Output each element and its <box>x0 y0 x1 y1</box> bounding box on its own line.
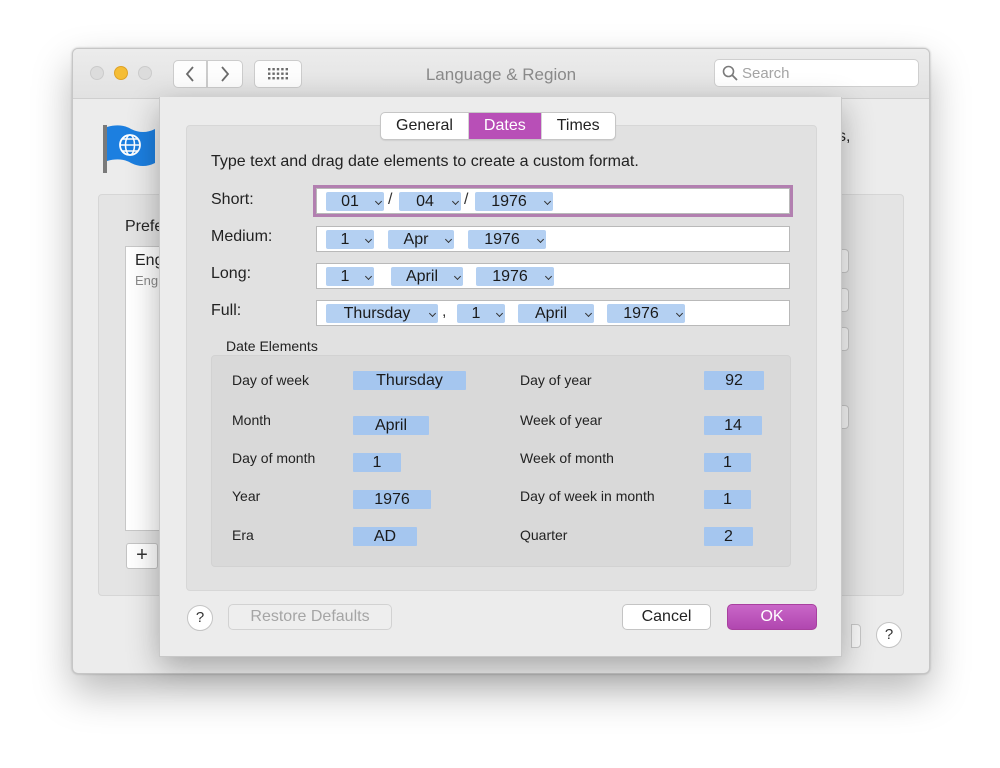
chevron-down-icon <box>453 272 462 281</box>
element-label: Month <box>232 412 271 428</box>
chevron-down-icon <box>536 235 545 244</box>
token-text: 04 <box>416 193 434 210</box>
token-text: Thursday <box>343 305 411 322</box>
short-separator[interactable]: / <box>388 191 392 209</box>
full-format-field[interactable]: Thursday , 1 April 1976 <box>316 300 790 326</box>
window-help-button[interactable]: ? <box>876 622 902 648</box>
search-field[interactable]: Search <box>714 59 919 87</box>
token-text: Apr <box>403 231 429 248</box>
advanced-button-edge[interactable] <box>851 624 861 648</box>
element-label: Day of week <box>232 372 310 388</box>
quarter-element[interactable]: 2 <box>704 527 753 546</box>
token-text: 1 <box>340 268 350 285</box>
short-format-label: Short: <box>211 191 254 208</box>
short-separator[interactable]: / <box>464 191 468 209</box>
long-day-token[interactable]: 1 <box>326 267 374 286</box>
day-of-year-element[interactable]: 92 <box>704 371 764 390</box>
help-button[interactable]: ? <box>187 605 213 631</box>
tab-bar: General Dates Times <box>380 112 616 140</box>
short-format-field[interactable]: 01 / 04 / 1976 <box>313 185 793 217</box>
tab-general[interactable]: General <box>381 113 468 139</box>
day-of-week-in-month-element[interactable]: 1 <box>704 490 751 509</box>
month-element[interactable]: April <box>353 416 429 435</box>
element-label: Quarter <box>520 527 568 543</box>
full-year-token[interactable]: 1976 <box>607 304 685 323</box>
medium-format-field[interactable]: 1 Apr 1976 <box>316 226 790 252</box>
token-text: 1976 <box>484 231 520 248</box>
element-label: Week of month <box>520 450 614 466</box>
medium-year-token[interactable]: 1976 <box>468 230 546 249</box>
date-elements-box: Day of week Thursday Month April Day of … <box>211 355 791 567</box>
chevron-down-icon <box>543 197 552 206</box>
full-format-label: Full: <box>211 302 242 319</box>
long-format-field[interactable]: 1 April 1976 <box>316 263 790 289</box>
element-label: Year <box>232 488 261 504</box>
medium-month-token[interactable]: Apr <box>388 230 454 249</box>
short-year-token[interactable]: 1976 <box>475 192 553 211</box>
day-of-week-element[interactable]: Thursday <box>353 371 466 390</box>
custom-dates-sheet: General Dates Times Type text and drag d… <box>159 97 842 657</box>
language-item-subtitle: Eng <box>135 273 159 288</box>
element-label: Day of year <box>520 372 592 388</box>
chevron-down-icon <box>428 309 437 318</box>
date-elements-title: Date Elements <box>226 338 318 354</box>
token-text: 1 <box>471 305 481 322</box>
tab-dates[interactable]: Dates <box>467 113 541 139</box>
short-day-token[interactable]: 01 <box>326 192 384 211</box>
medium-day-token[interactable]: 1 <box>326 230 374 249</box>
token-text: 01 <box>341 193 359 210</box>
chevron-down-icon <box>444 235 453 244</box>
day-of-month-element[interactable]: 1 <box>353 453 401 472</box>
full-separator[interactable]: , <box>442 303 446 321</box>
tab-times[interactable]: Times <box>540 113 615 139</box>
token-text: 1976 <box>492 268 528 285</box>
ok-button[interactable]: OK <box>727 604 817 630</box>
chevron-down-icon <box>364 272 373 281</box>
full-day-token[interactable]: 1 <box>457 304 505 323</box>
element-label: Week of year <box>520 412 603 428</box>
token-text: 1976 <box>623 305 659 322</box>
chevron-down-icon <box>675 309 684 318</box>
token-text: April <box>405 268 438 285</box>
long-month-token[interactable]: April <box>391 267 463 286</box>
short-month-token[interactable]: 04 <box>399 192 461 211</box>
long-year-token[interactable]: 1976 <box>476 267 554 286</box>
preferred-languages-label: Prefe <box>125 218 164 235</box>
year-element[interactable]: 1976 <box>353 490 431 509</box>
long-format-label: Long: <box>211 265 252 282</box>
full-weekday-token[interactable]: Thursday <box>326 304 438 323</box>
cancel-button[interactable]: Cancel <box>622 604 711 630</box>
search-placeholder: Search <box>742 64 790 82</box>
element-label: Day of month <box>232 450 316 466</box>
search-icon <box>722 65 738 81</box>
chevron-down-icon <box>364 235 373 244</box>
title-bar: Language & Region Search <box>73 49 929 99</box>
add-language-button[interactable]: + <box>126 543 158 569</box>
full-month-token[interactable]: April <box>518 304 594 323</box>
week-of-month-element[interactable]: 1 <box>704 453 751 472</box>
chevron-down-icon <box>451 197 460 206</box>
medium-format-label: Medium: <box>211 228 273 245</box>
restore-defaults-button[interactable]: Restore Defaults <box>228 604 392 630</box>
element-label: Era <box>232 527 254 543</box>
chevron-down-icon <box>584 309 593 318</box>
element-label: Day of week in month <box>520 488 655 504</box>
week-of-year-element[interactable]: 14 <box>704 416 762 435</box>
era-element[interactable]: AD <box>353 527 417 546</box>
token-text: 1976 <box>491 193 527 210</box>
token-text: April <box>534 305 567 322</box>
globe-flag-icon <box>103 125 155 173</box>
instruction-text: Type text and drag date elements to crea… <box>211 153 639 170</box>
chevron-down-icon <box>544 272 553 281</box>
token-text: 1 <box>340 231 350 248</box>
chevron-down-icon <box>374 197 383 206</box>
chevron-down-icon <box>495 309 504 318</box>
